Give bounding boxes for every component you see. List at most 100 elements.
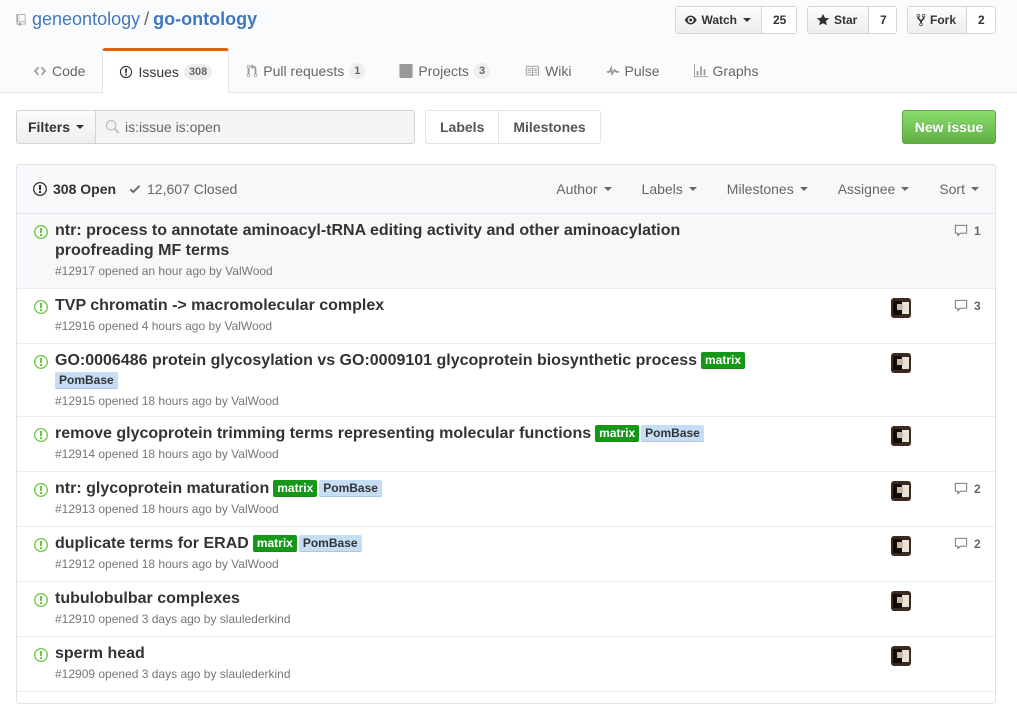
repo-nav: Code Issues 308 Pull requests 1 Projects… [16, 48, 776, 93]
label-pombase[interactable]: PomBase [319, 480, 382, 497]
git-pull-request-icon [247, 63, 258, 77]
closed-issues-toggle[interactable]: 12,607 Closed [129, 165, 237, 213]
avatar-image [891, 591, 911, 611]
issue-meta: #12916 opened 4 hours ago by ValWood [55, 319, 273, 333]
label-matrix[interactable]: matrix [595, 425, 640, 442]
search-input[interactable] [125, 119, 395, 135]
star-count[interactable]: 7 [869, 6, 897, 34]
repo-title: geneontology / go-ontology [16, 8, 257, 30]
label-matrix[interactable]: matrix [252, 535, 297, 552]
filters-button[interactable]: Filters [16, 110, 96, 144]
issue-opened-icon [34, 538, 48, 552]
sort-menu[interactable]: Sort [939, 181, 979, 197]
tab-issues[interactable]: Issues 308 [102, 48, 230, 93]
author-menu[interactable]: Author [556, 181, 612, 197]
avatar-image [891, 646, 911, 666]
issue-title[interactable]: sperm head [55, 644, 291, 664]
pulse-icon [606, 64, 619, 76]
comments-link[interactable]: 2 [953, 537, 981, 551]
open-issues-toggle[interactable]: 308 Open [33, 165, 116, 213]
issue-title[interactable]: ntr: process to annotate aminoacyl-tRNA … [55, 221, 680, 261]
issue-title-text: tubulobulbar complexes [55, 590, 240, 607]
labels-menu[interactable]: Labels [642, 181, 697, 197]
tab-projects[interactable]: Projects 3 [382, 48, 507, 92]
repo-name-link[interactable]: go-ontology [153, 9, 257, 29]
watch-button[interactable]: Watch [675, 6, 762, 34]
star-icon [816, 13, 830, 26]
issue-title[interactable]: tubulobulbar complexes [55, 589, 291, 609]
issue-title[interactable]: GO:0006486 protein glycosylation vs GO:0… [55, 351, 755, 391]
comment-icon [954, 224, 968, 237]
milestones-link[interactable]: Milestones [499, 110, 601, 144]
label-pombase[interactable]: PomBase [298, 535, 362, 552]
label-matrix[interactable]: matrix [273, 480, 318, 497]
issue-title[interactable]: ntr: glycoprotein maturation matrix PomBas… [55, 479, 384, 499]
open-count-label: 308 Open [53, 181, 117, 197]
assignee-avatar[interactable] [891, 536, 911, 556]
assignee-avatar[interactable] [891, 426, 911, 446]
issue-row[interactable]: tubulobulbar complexes #12910 opened 3 d… [17, 582, 995, 637]
issues-list: 308 Open 12,607 Closed Author Labels Mil… [16, 164, 996, 704]
repo-header: geneontology / go-ontology Watch 25 Star 7… [0, 0, 1017, 93]
assignee-avatar[interactable] [891, 298, 911, 318]
menu-label: Sort [939, 181, 965, 197]
comments-link[interactable]: 3 [953, 299, 981, 313]
assignee-avatar[interactable] [891, 353, 911, 373]
issue-title[interactable]: TVP chromatin -> macromolecular complex [55, 296, 388, 316]
tab-label: Wiki [545, 62, 572, 79]
repo-owner-link[interactable]: geneontology [32, 9, 140, 29]
issue-opened-icon [34, 483, 48, 497]
tab-pull-requests[interactable]: Pull requests 1 [229, 48, 382, 92]
issue-meta: #12917 opened an hour ago by ValWood [55, 264, 273, 278]
milestones-menu[interactable]: Milestones [727, 181, 808, 197]
fork-label: Fork [929, 13, 956, 27]
star-button[interactable]: Star [807, 6, 869, 34]
filters-label: Filters [27, 119, 70, 135]
issue-main: duplicate terms for ERAD matrix PomBase #1… [55, 534, 364, 572]
assignee-menu[interactable]: Assignee [838, 181, 910, 197]
issue-title[interactable]: duplicate terms for ERAD matrix PomBase [55, 534, 364, 554]
tab-label: Pull requests [263, 62, 345, 79]
issue-row[interactable]: GO:0006486 protein glycosylation vs GO:0… [17, 344, 995, 417]
avatar-image [891, 536, 911, 556]
code-icon [33, 66, 47, 75]
issue-row[interactable]: ntr: glycoprotein maturation matrix PomBas… [17, 472, 995, 527]
label-pombase[interactable]: PomBase [55, 372, 118, 389]
assignee-avatar[interactable] [891, 481, 911, 501]
watch-count[interactable]: 25 [762, 6, 797, 34]
assignee-avatar[interactable] [891, 591, 911, 611]
project-icon [399, 63, 413, 78]
tab-pulse[interactable]: Pulse [589, 48, 677, 92]
check-icon [129, 185, 141, 194]
issue-row[interactable]: remove glycoprotein trimming terms repre… [17, 417, 995, 472]
issue-row[interactable]: duplicate terms for ERAD matrix PomBase #1… [17, 527, 995, 582]
tab-wiki[interactable]: Wiki [507, 48, 588, 92]
labels-link[interactable]: Labels [425, 110, 500, 144]
graph-icon [693, 63, 708, 77]
menu-label: Labels [641, 181, 683, 197]
issue-search[interactable] [95, 110, 415, 144]
new-issue-button[interactable]: New issue [902, 110, 996, 144]
fork-button[interactable]: Fork [907, 6, 967, 34]
issue-row[interactable]: sperm head #12909 opened 3 days ago by s… [17, 637, 995, 692]
issue-title[interactable]: remove glycoprotein trimming terms repre… [55, 424, 706, 444]
tab-label: Projects [418, 62, 469, 79]
issue-main: remove glycoprotein trimming terms repre… [55, 424, 706, 462]
assignee-avatar[interactable] [891, 646, 911, 666]
issue-row[interactable]: ntr: process to annotate aminoacyl-tRNA … [17, 214, 995, 289]
issue-title-text: remove glycoprotein trimming terms repre… [55, 425, 592, 442]
tab-code[interactable]: Code [16, 48, 102, 92]
comment-icon [954, 482, 968, 495]
issue-meta: #12914 opened 18 hours ago by ValWood [55, 447, 279, 461]
tab-graphs[interactable]: Graphs [677, 48, 776, 92]
label-pombase[interactable]: PomBase [641, 425, 704, 442]
comments-link[interactable]: 2 [953, 482, 981, 496]
label-matrix[interactable]: matrix [701, 352, 746, 369]
comment-icon [954, 299, 968, 312]
comments-link[interactable]: 1 [953, 224, 981, 238]
issue-opened-icon [34, 300, 48, 314]
issue-row[interactable]: TVP chromatin -> macromolecular complex … [17, 289, 995, 344]
fork-count[interactable]: 2 [967, 6, 996, 34]
chevron-down-icon [688, 187, 697, 191]
issue-meta: #12910 opened 3 days ago by slaulederkin… [55, 612, 291, 626]
